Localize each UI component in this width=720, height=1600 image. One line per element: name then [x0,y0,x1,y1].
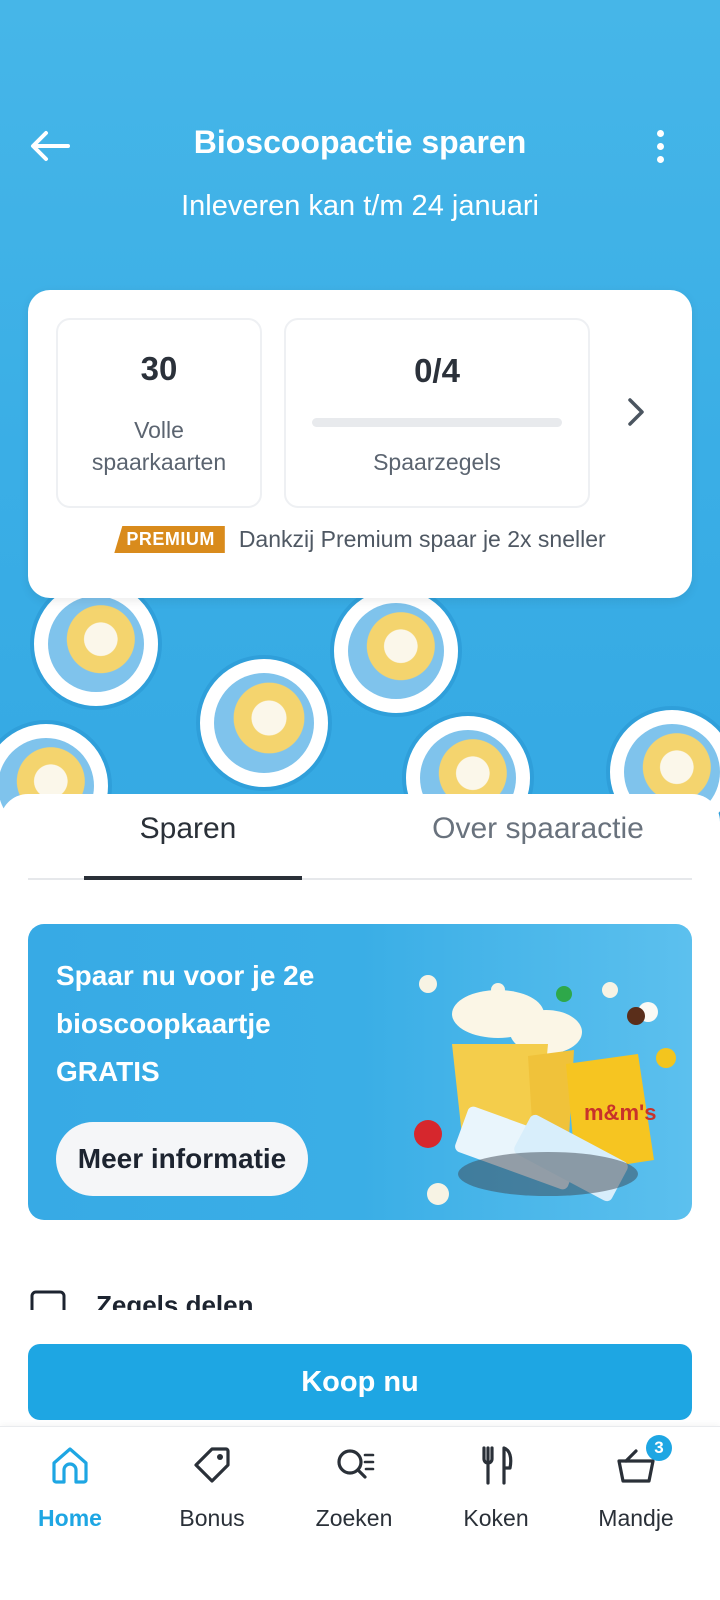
nav-koken[interactable]: Koken [436,1443,556,1543]
premium-text: Dankzij Premium spaar je 2x sneller [238,526,606,552]
full-cards-label: Volle spaarkaarten [91,417,227,475]
promo-headline: Spaar nu voor je 2e bioscoopkaartje GRAT… [56,960,315,1087]
tab-sparen[interactable]: Sparen [88,812,288,846]
full-cards-count: 30 [140,350,178,387]
cutlery-icon [482,1446,513,1485]
page-title: Bioscoopactie sparen [193,124,527,160]
popcorn-tickets-illustration: m&m's [414,975,676,1205]
more-info-button[interactable]: Meer informatie [56,1122,308,1196]
nav-home-label: Home [38,1505,102,1531]
nav-zoeken[interactable]: Zoeken [294,1443,414,1543]
deadline-subtitle: Inleveren kan t/m 24 januari [181,190,539,222]
premium-badge: PREMIUM [114,526,225,553]
cart-count-badge: 3 [646,1435,672,1461]
share-stamps-row[interactable]: Zegels delen [28,1282,428,1312]
details-chevron-button[interactable] [618,386,654,438]
stamps-stat: 0/4 Spaarzegels [284,318,590,508]
nav-mandje[interactable]: 3 Mandje [576,1435,696,1543]
tab-bar: Sparen Over spaaractie [28,794,692,880]
more-dot-icon [656,142,664,150]
stamp-image [330,585,462,717]
home-icon [52,1447,88,1484]
stamps-label: Spaarzegels [373,449,501,475]
nav-home[interactable]: Home [10,1443,130,1543]
top-bar: Bioscoopactie sparen [0,110,720,180]
buy-now-button[interactable]: Koop nu [28,1344,692,1420]
nav-mandje-label: Mandje [598,1505,674,1531]
nav-bonus[interactable]: Bonus [152,1443,272,1543]
stamps-count: 0/4 [414,352,460,389]
full-cards-stat: 30 Volle spaarkaarten [56,318,262,508]
tab-over-spaaractie[interactable]: Over spaaractie [388,812,688,846]
nav-zoeken-label: Zoeken [315,1505,393,1531]
nav-koken-label: Koken [463,1505,529,1531]
stamps-progress-bar [312,418,562,427]
stamp-icon [30,1290,66,1312]
svg-text:m&m's: m&m's [584,1100,656,1125]
share-stamps-label: Zegels delen [96,1290,254,1312]
chevron-right-icon [628,398,644,426]
promo-banner: Spaar nu voor je 2e bioscoopkaartje GRAT… [28,924,692,1220]
active-tab-indicator [84,876,302,880]
more-dot-icon [656,129,664,137]
stamp-image [196,655,332,791]
savings-stats-card[interactable]: 30 Volle spaarkaarten 0/4 Spaarzegels PR… [28,290,692,598]
buy-bar: Koop nu [0,1310,720,1426]
search-icon [337,1449,375,1479]
more-options-button[interactable] [642,122,678,170]
more-dot-icon [656,155,664,163]
nav-bonus-label: Bonus [179,1505,245,1531]
tag-icon [194,1447,230,1483]
hero-header: Bioscoopactie sparen Inleveren kan t/m 2… [0,0,720,830]
premium-note: PREMIUM Dankzij Premium spaar je 2x snel… [28,526,692,553]
bottom-navigation: Home Bonus Zoeken Koken 3 Mandje [0,1426,720,1600]
